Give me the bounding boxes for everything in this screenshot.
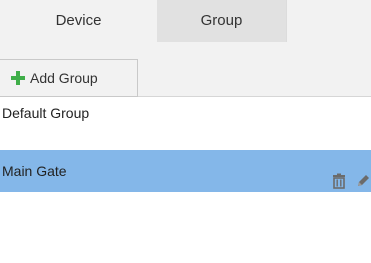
toolbar: Add Group — [0, 42, 371, 97]
row-actions — [331, 150, 371, 192]
group-list: Default Group Main Gate — [0, 97, 371, 192]
tab-bar-filler — [286, 0, 371, 42]
trash-icon[interactable] — [331, 163, 347, 189]
list-item-default-group[interactable]: Default Group — [0, 97, 371, 129]
tab-device[interactable]: Device — [0, 0, 157, 42]
add-group-label: Add Group — [30, 70, 98, 86]
add-group-button[interactable]: Add Group — [0, 59, 138, 97]
list-item-main-gate[interactable]: Main Gate — [0, 150, 371, 192]
group-panel: Device Group Add Group Default Group Mai… — [0, 0, 371, 263]
pencil-icon[interactable] — [355, 163, 371, 186]
list-item-label: Default Group — [2, 105, 90, 121]
tab-bar: Device Group — [0, 0, 371, 42]
tab-group[interactable]: Group — [157, 0, 286, 42]
plus-icon — [10, 70, 26, 86]
list-item-label: Main Gate — [2, 163, 67, 179]
